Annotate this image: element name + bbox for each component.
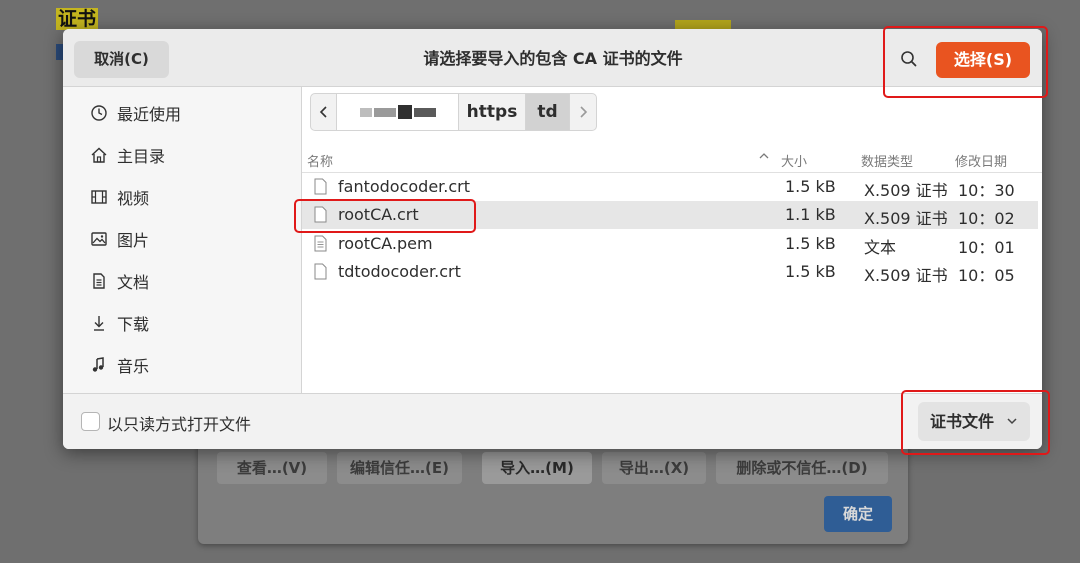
- sidebar-item-label: 最近使用: [117, 105, 182, 124]
- file-icon: [314, 206, 327, 223]
- dialog-title: 请选择要导入的包含 CA 证书的文件: [423, 49, 683, 68]
- select-button[interactable]: 选择(S): [936, 42, 1030, 78]
- document-icon: [89, 271, 109, 291]
- file-row[interactable]: rootCA.crt 1.1 kB X.509 证书 10：02: [302, 201, 1038, 229]
- file-modified: 10：05: [958, 266, 1015, 285]
- sidebar-item-music[interactable]: 音乐: [63, 345, 301, 385]
- file-name: rootCA.crt: [338, 205, 419, 224]
- file-row[interactable]: fantodocoder.crt 1.5 kB X.509 证书 10：30: [302, 173, 1038, 201]
- sidebar-item-recent[interactable]: 最近使用: [63, 93, 301, 133]
- column-header: 名称 大小 数据类型 修改日期: [302, 143, 1042, 173]
- search-button[interactable]: [896, 46, 922, 72]
- text-file-icon: [314, 235, 327, 252]
- path-forward-button[interactable]: [570, 94, 596, 130]
- export-button[interactable]: 导出…(X): [602, 452, 706, 484]
- clock-icon: [89, 103, 109, 123]
- file-modified: 10：30: [958, 181, 1015, 200]
- view-button[interactable]: 查看…(V): [217, 452, 327, 484]
- path-back-button[interactable]: [311, 94, 337, 130]
- places-sidebar: 最近使用 主目录 视频 图片 文档 下载 音乐: [63, 87, 302, 393]
- sort-ascending-icon[interactable]: [758, 150, 770, 166]
- file-type: X.509 证书: [864, 266, 948, 285]
- chevron-down-icon: [1006, 402, 1018, 449]
- file-row[interactable]: rootCA.pem 1.5 kB 文本 10：01: [302, 230, 1038, 258]
- readonly-checkbox[interactable]: [81, 412, 100, 431]
- sidebar-item-label: 视频: [117, 189, 150, 208]
- music-icon: [89, 355, 109, 375]
- ok-button[interactable]: 确定: [824, 496, 892, 532]
- delete-or-distrust-button[interactable]: 删除或不信任…(D): [716, 452, 888, 484]
- sidebar-item-downloads[interactable]: 下载: [63, 303, 301, 343]
- column-name[interactable]: 名称: [307, 151, 333, 170]
- file-row[interactable]: tdtodocoder.crt 1.5 kB X.509 证书 10：05: [302, 258, 1038, 286]
- column-modified[interactable]: 修改日期: [955, 151, 1007, 170]
- sidebar-item-documents[interactable]: 文档: [63, 261, 301, 301]
- header-bar: 取消(C) 请选择要导入的包含 CA 证书的文件 选择(S): [63, 29, 1042, 87]
- column-size[interactable]: 大小: [781, 151, 807, 170]
- download-icon: [89, 313, 109, 333]
- file-name: rootCA.pem: [338, 234, 433, 253]
- film-icon: [89, 187, 109, 207]
- home-icon: [89, 145, 109, 165]
- file-size: 1.5 kB: [785, 234, 836, 253]
- path-bar: https td: [310, 93, 597, 131]
- sidebar-item-pictures[interactable]: 图片: [63, 219, 301, 259]
- import-button[interactable]: 导入…(M): [482, 452, 592, 484]
- chevron-right-icon: [580, 106, 588, 118]
- chevron-left-icon: [319, 106, 327, 118]
- file-size: 1.1 kB: [785, 205, 836, 224]
- path-segment-redacted[interactable]: [337, 94, 459, 130]
- path-segment-td[interactable]: td: [526, 94, 570, 130]
- file-size: 1.5 kB: [785, 177, 836, 196]
- dialog-footer: 以只读方式打开文件 证书文件: [63, 393, 1042, 449]
- file-type: X.509 证书: [864, 181, 948, 200]
- image-icon: [89, 229, 109, 249]
- sidebar-item-label: 音乐: [117, 357, 150, 376]
- file-type: 文本: [864, 238, 897, 257]
- file-list-pane: https td 名称 大小 数据类型 修改日期 fantodocoder.cr…: [302, 87, 1042, 393]
- file-filter-label: 证书文件: [930, 412, 995, 431]
- sidebar-item-label: 图片: [117, 231, 150, 250]
- file-size: 1.5 kB: [785, 262, 836, 281]
- column-type[interactable]: 数据类型: [861, 151, 913, 170]
- file-type: X.509 证书: [864, 209, 948, 228]
- cancel-button[interactable]: 取消(C): [74, 41, 169, 78]
- path-segment-https[interactable]: https: [459, 94, 526, 130]
- sidebar-item-label: 下载: [117, 315, 150, 334]
- file-icon: [314, 178, 327, 195]
- file-icon: [314, 263, 327, 280]
- search-icon: [901, 51, 917, 67]
- file-filter-dropdown[interactable]: 证书文件: [918, 402, 1030, 441]
- sidebar-item-label: 主目录: [117, 147, 166, 166]
- sidebar-item-videos[interactable]: 视频: [63, 177, 301, 217]
- file-modified: 10：02: [958, 209, 1015, 228]
- file-name: fantodocoder.crt: [338, 177, 471, 196]
- file-chooser-dialog: 取消(C) 请选择要导入的包含 CA 证书的文件 选择(S) 最近使用 主目录: [63, 29, 1042, 449]
- background-window-title: 证书: [56, 8, 99, 30]
- sidebar-item-label: 文档: [117, 273, 150, 292]
- file-name: tdtodocoder.crt: [338, 262, 461, 281]
- readonly-label: 以只读方式打开文件: [107, 415, 252, 434]
- file-modified: 10：01: [958, 238, 1015, 257]
- background-certificate-dialog: 查看…(V) 编辑信任…(E) 导入…(M) 导出…(X) 删除或不信任…(D)…: [198, 440, 908, 544]
- sidebar-item-home[interactable]: 主目录: [63, 135, 301, 175]
- edit-trust-button[interactable]: 编辑信任…(E): [337, 452, 462, 484]
